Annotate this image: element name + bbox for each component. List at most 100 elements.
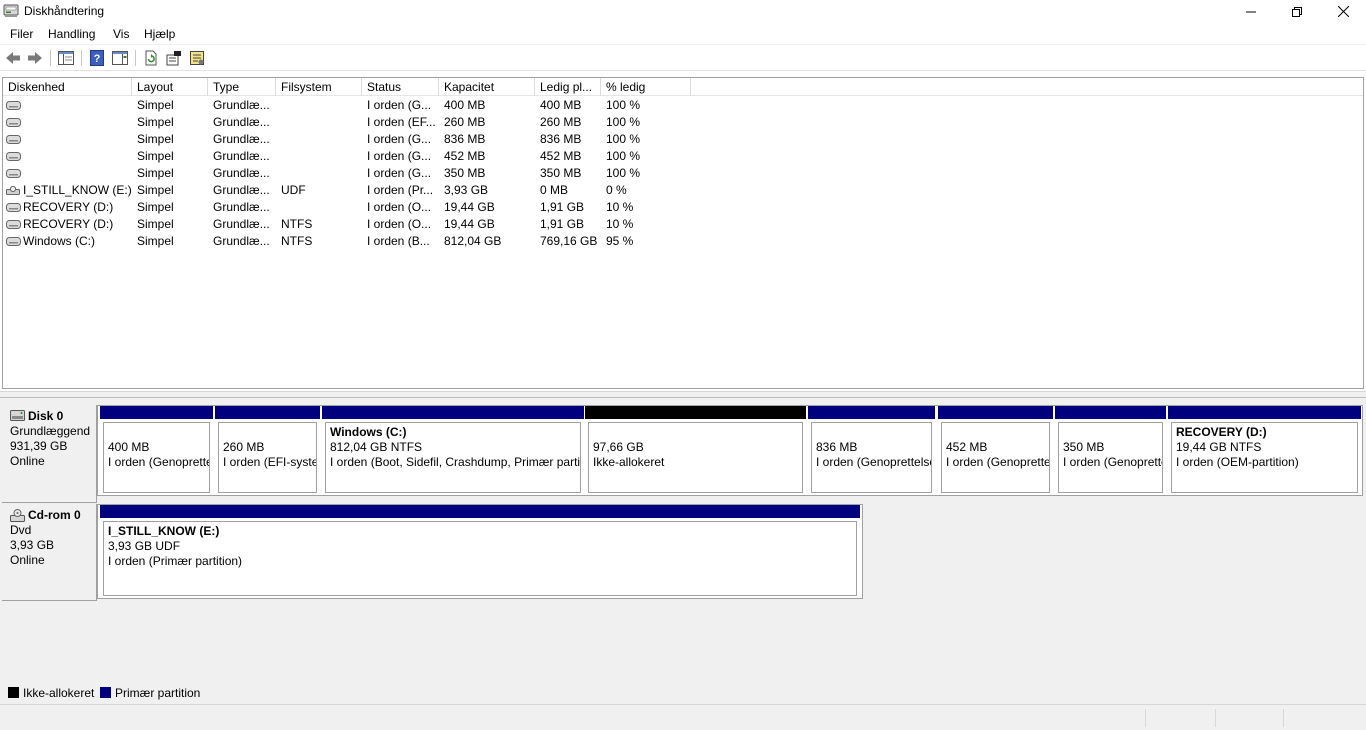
disk-0-info[interactable]: Disk 0 Grundlæggend 931,39 GB Online — [2, 405, 97, 503]
cell-capacity: 400 MB — [439, 97, 535, 114]
cell-text: 350 MB — [444, 166, 486, 180]
cell-percent-free: 0 % — [601, 182, 691, 199]
properties-button[interactable] — [165, 49, 183, 67]
partition-disk0-2[interactable]: 260 MBI orden (EFI-systempartition) — [215, 406, 320, 493]
partition-body: 97,66 GB Ikke-allokeret — [588, 422, 803, 493]
menu-bar: Filer Handling Vis Hjælp — [0, 23, 1366, 45]
partition-size: 350 MB — [1063, 440, 1105, 454]
column-header-pct-ledig[interactable]: % ledig — [601, 78, 691, 96]
table-row[interactable]: I_STILL_KNOW (E:) Simpel Grundlæ... UDF I or… — [3, 182, 1363, 199]
table-row[interactable]: Simpel Grundlæ... I orden (EF... 260 MB 260 … — [3, 114, 1363, 131]
partition-i-still-know-e[interactable]: I_STILL_KNOW (E:) 3,93 GB UDF I orden (Pri… — [100, 505, 860, 596]
cell-text: 452 MB — [540, 149, 582, 163]
back-button[interactable] — [4, 49, 22, 67]
minimize-button[interactable] — [1228, 0, 1274, 23]
column-header-diskenhed[interactable]: Diskenhed — [3, 78, 132, 96]
menu-handling[interactable]: Handling — [48, 27, 95, 41]
menu-hjaelp[interactable]: Hjælp — [144, 27, 175, 41]
help-icon: ? — [90, 50, 104, 66]
cell-type: Grundlæ... — [208, 199, 276, 216]
unallocated-space[interactable]: 97,66 GB Ikke-allokeret — [585, 406, 806, 493]
cdrom-0-info[interactable]: Cd-rom 0 Dvd 3,93 GB Online — [2, 504, 97, 601]
refresh-button[interactable] — [142, 49, 160, 67]
partition-body: 836 MBI orden (Genoprettelsespartition) — [811, 422, 932, 493]
cell-text: Grundlæ... — [213, 217, 270, 231]
table-row[interactable]: Simpel Grundlæ... I orden (G... 452 MB 452 M… — [3, 148, 1363, 165]
partition-status: Ikke-allokeret — [593, 455, 665, 469]
cell-text: Simpel — [137, 234, 174, 248]
partition-body: 400 MBI orden (Genoprettelse) — [103, 422, 210, 493]
table-row[interactable]: Simpel Grundlæ... I orden (G... 836 MB 836 M… — [3, 131, 1363, 148]
cell-percent-free: 10 % — [601, 199, 691, 216]
partition-disk0-5[interactable]: 836 MBI orden (Genoprettelsespartition) — [808, 406, 935, 493]
partition-body: 452 MBI orden (Genoprettelse) — [941, 422, 1050, 493]
cell-text: I orden (G... — [367, 149, 432, 163]
partition-body: RECOVERY (D:) 19,44 GB NTFS I orden (OEM-p… — [1171, 422, 1358, 493]
refresh-icon — [145, 50, 157, 66]
settings-button[interactable] — [188, 49, 206, 67]
primary-partition-legend-swatch — [100, 687, 111, 698]
partition-size: 19,44 GB NTFS — [1176, 440, 1262, 454]
cell-text: Simpel — [137, 115, 174, 129]
menu-vis[interactable]: Vis — [113, 27, 129, 41]
column-header-layout[interactable]: Layout — [132, 78, 208, 96]
cell-text: RECOVERY (D:) — [23, 217, 114, 231]
cell-text: 260 MB — [444, 115, 486, 129]
cell-free-space: 400 MB — [535, 97, 601, 114]
column-header-type[interactable]: Type — [208, 78, 276, 96]
cdrom-0-name: Cd-rom 0 — [10, 508, 96, 523]
cell-text: 100 % — [606, 115, 641, 129]
partition-disk0-7[interactable]: 350 MBI orden (Genoprettelse) — [1055, 406, 1166, 493]
column-header-status[interactable]: Status — [362, 78, 439, 96]
cell-text: Simpel — [137, 200, 174, 214]
cell-volume-name: I_STILL_KNOW (E:) — [3, 182, 132, 199]
column-header-ledig-plads[interactable]: Ledig pl... — [535, 78, 601, 96]
cell-text: Windows (C:) — [23, 234, 96, 248]
cell-percent-free: 10 % — [601, 216, 691, 233]
close-button[interactable] — [1320, 0, 1366, 23]
forward-button[interactable] — [26, 49, 44, 67]
disk-0-partitions: 400 MBI orden (Genoprettelse) 260 MBI or… — [97, 405, 1363, 496]
cell-text: Grundlæ... — [213, 200, 270, 214]
cell-capacity: 812,04 GB — [439, 233, 535, 250]
column-header-kapacitet[interactable]: Kapacitet — [439, 78, 535, 96]
menu-filer[interactable]: Filer — [10, 27, 33, 41]
cell-status: I orden (G... — [362, 148, 439, 165]
partition-body: I_STILL_KNOW (E:) 3,93 GB UDF I orden (Pri… — [103, 521, 857, 596]
partition-windows-c[interactable]: Windows (C:) 812,04 GB NTFS I orden (Boot,… — [322, 406, 584, 493]
cell-text: Grundlæ... — [213, 98, 270, 112]
table-row[interactable]: Simpel Grundlæ... I orden (G... 400 MB 400 M… — [3, 97, 1363, 114]
toolbar: ? — [0, 45, 1366, 71]
column-header-filsystem[interactable]: Filsystem — [276, 78, 362, 96]
primary-partition-bar — [938, 406, 1053, 419]
cell-layout: Simpel — [132, 233, 208, 250]
show-hide-tree-button[interactable] — [57, 49, 75, 67]
primary-partition-bar — [100, 406, 213, 419]
action-pane-button[interactable] — [111, 49, 129, 67]
table-row[interactable]: Simpel Grundlæ... I orden (G... 350 MB 350 M… — [3, 165, 1363, 182]
cell-layout: Simpel — [132, 165, 208, 182]
cell-text: 836 MB — [540, 132, 582, 146]
unallocated-bar — [585, 406, 806, 419]
partition-status: I orden (OEM-partition) — [1176, 455, 1299, 469]
cell-type: Grundlæ... — [208, 97, 276, 114]
forward-arrow-icon — [28, 52, 42, 64]
cell-layout: Simpel — [132, 216, 208, 233]
pane-splitter[interactable] — [0, 391, 1366, 398]
cell-layout: Simpel — [132, 97, 208, 114]
partition-disk0-1[interactable]: 400 MBI orden (Genoprettelse) — [100, 406, 213, 493]
cell-layout: Simpel — [132, 199, 208, 216]
cell-text: Simpel — [137, 217, 174, 231]
partition-disk0-6[interactable]: 452 MBI orden (Genoprettelse) — [938, 406, 1053, 493]
minimize-icon — [1246, 11, 1256, 12]
partition-recovery-d[interactable]: RECOVERY (D:) 19,44 GB NTFS I orden (OEM-p… — [1168, 406, 1361, 493]
disk-0-size: 931,39 GB — [10, 439, 68, 453]
restore-button[interactable] — [1274, 0, 1320, 23]
help-button[interactable]: ? — [88, 49, 106, 67]
cell-text: Grundlæ... — [213, 166, 270, 180]
table-row[interactable]: RECOVERY (D:) Simpel Grundlæ... I orden (O.… — [3, 199, 1363, 216]
cell-text: 400 MB — [444, 98, 486, 112]
cell-status: I orden (O... — [362, 216, 439, 233]
table-row[interactable]: RECOVERY (D:) Simpel Grundlæ... NTFS I orden… — [3, 216, 1363, 233]
table-row[interactable]: Windows (C:) Simpel Grundlæ... NTFS I orden … — [3, 233, 1363, 250]
